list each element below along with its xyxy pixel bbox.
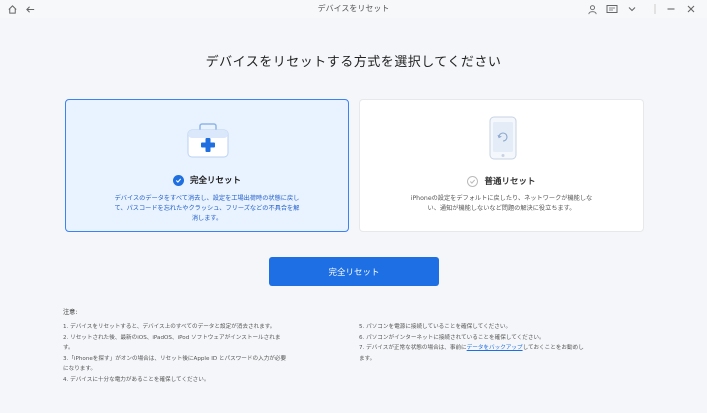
window-title: デバイスをリセット — [317, 4, 390, 13]
medkit-icon — [183, 121, 233, 165]
note-item: 4. デバイスに十分な電力があることを確保してください。 — [63, 376, 210, 383]
desc-line: い、通知が機能しないなど問題の解決に役立ちます。 — [427, 205, 576, 212]
note-item: 3.「iPhoneを探す」がオンの場合は、リセット後にApple ID とパスワ… — [63, 355, 287, 362]
page-heading: デバイスをリセットする方式を選択してください — [205, 55, 502, 70]
note-item: になります。 — [63, 366, 97, 372]
notes-right-column: 5. パソコンを電源に接続していることを確保してください。 6. パソコンがイン… — [359, 322, 649, 364]
user-icon[interactable] — [585, 2, 599, 16]
note-item: 1. デバイスをリセットすると、デバイス上のすべてのデータと設定が消去されます。 — [63, 324, 276, 330]
note-item: す。 — [63, 345, 74, 351]
notes-left-column: 1. デバイスをリセットすると、デバイス上のすべてのデータと設定が消去されます。… — [63, 322, 346, 385]
notes-title: 注意: — [63, 309, 78, 316]
normal-reset-title: 普通リセット — [484, 177, 536, 187]
full-reset-description: デバイスのデータをすべて消去し、設定を工場出荷時の状態に戻し て、パスコードを忘… — [82, 194, 332, 224]
note-7-suffix: しておくことをお勧めし — [522, 345, 584, 351]
check-icon — [467, 175, 479, 187]
chevron-down-icon[interactable] — [625, 2, 639, 16]
normal-reset-description: iPhoneの設定をデフォルトに戻したり、ネットワークが機能しな い、通知が機能… — [376, 194, 627, 214]
desc-line: て、パスコードを忘れたやクラッシュ、フリーズなどの不具合を解 — [114, 205, 300, 212]
desc-line: 消します。 — [191, 215, 223, 222]
full-reset-title-row: 完全リセット — [66, 174, 348, 186]
note-item: 5. パソコンを電源に接続していることを確保してください。 — [359, 324, 512, 330]
check-icon — [172, 174, 184, 186]
feedback-icon[interactable] — [605, 2, 619, 16]
backup-data-link[interactable]: データをバックアップ — [467, 345, 523, 351]
note-item: 2. リセットされた後、最新のiOS、iPadOS、iPod ソフトウェアがイン… — [63, 334, 281, 341]
full-reset-title: 完全リセット — [189, 176, 241, 186]
title-bar: デバイスをリセット — [0, 0, 707, 18]
desc-line: iPhoneの設定をデフォルトに戻したり、ネットワークが機能しな — [410, 195, 593, 202]
full-reset-option[interactable]: 完全リセット デバイスのデータをすべて消去し、設定を工場出荷時の状態に戻し て、… — [65, 99, 349, 232]
desc-line: デバイスのデータをすべて消去し、設定を工場出荷時の状態に戻し — [114, 195, 300, 202]
note-item: 6. パソコンがインターネットに接続されていることを確保してください。 — [359, 334, 545, 341]
normal-reset-title-row: 普通リセット — [360, 175, 643, 187]
note-item: 7. デバイスが正常な状態の場合は、事前にデータをバックアップしておくことをお勧… — [359, 343, 649, 354]
note-7-prefix: 7. デバイスが正常な状態の場合は、事前に — [359, 345, 467, 351]
close-icon[interactable] — [684, 2, 698, 16]
note-item: ます。 — [359, 355, 376, 362]
minimize-icon[interactable] — [664, 2, 678, 16]
normal-reset-option[interactable]: 普通リセット iPhoneの設定をデフォルトに戻したり、ネットワークが機能しな … — [359, 99, 644, 232]
divider — [648, 2, 662, 16]
full-reset-button[interactable]: 完全リセット — [269, 257, 439, 286]
phone-reset-icon — [486, 115, 520, 165]
